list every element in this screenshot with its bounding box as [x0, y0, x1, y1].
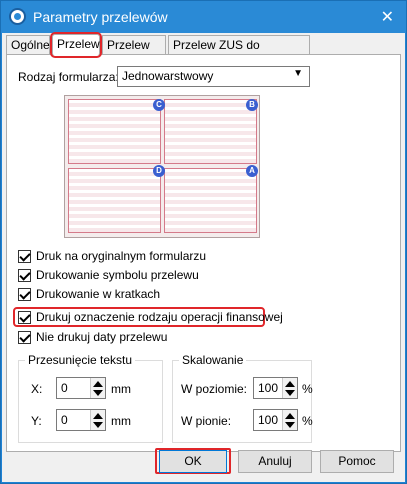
title-bar[interactable]: Parametry przelewów ✕: [1, 1, 406, 33]
scale-h-spin-buttons: [282, 378, 297, 398]
offset-x-value: 0: [61, 381, 68, 395]
checkbox-no-date[interactable]: [18, 331, 31, 344]
preview-quadrant-c: [68, 99, 161, 164]
scale-h-stepper[interactable]: 100: [253, 377, 298, 399]
scale-v-unit: %: [302, 414, 313, 428]
preview-quadrant-d: [68, 168, 161, 233]
checkbox-transfer-symbol-label[interactable]: Drukowanie symbolu przelewu: [36, 268, 199, 282]
ok-button[interactable]: OK: [159, 450, 227, 473]
offset-x-stepper[interactable]: 0: [56, 377, 106, 399]
form-type-select[interactable]: Jednowarstwowy ▼: [117, 66, 310, 87]
scale-v-value: 100: [258, 413, 279, 427]
app-logo-icon: [9, 8, 26, 25]
checkbox-no-date-label[interactable]: Nie drukuj daty przelewu: [36, 330, 167, 344]
offset-y-unit: mm: [111, 414, 131, 428]
spin-down-icon[interactable]: [285, 422, 295, 428]
spin-down-icon[interactable]: [93, 390, 103, 396]
close-icon[interactable]: ✕: [381, 7, 394, 27]
offset-group-title: Przesunięcie tekstu: [25, 353, 136, 367]
scale-group: Skalowanie W poziomie: 100 % W pionie: 1…: [172, 353, 313, 443]
scale-h-unit: %: [302, 382, 313, 396]
scale-v-stepper[interactable]: 100: [253, 409, 298, 431]
checkbox-operation-type-label[interactable]: Drukuj oznaczenie rodzaju operacji finan…: [36, 310, 283, 324]
spin-down-icon[interactable]: [93, 422, 103, 428]
form-preview-image: C B D A: [64, 95, 260, 238]
badge-c: C: [153, 99, 165, 111]
checkbox-transfer-symbol[interactable]: [18, 269, 31, 282]
spin-up-icon[interactable]: [285, 413, 295, 419]
badge-b: B: [246, 99, 258, 111]
spin-down-icon[interactable]: [285, 390, 295, 396]
tab-przelew[interactable]: Przelew: [50, 32, 102, 58]
offset-x-label: X:: [31, 382, 43, 396]
spin-up-icon[interactable]: [93, 381, 103, 387]
checkbox-operation-type[interactable]: [18, 311, 31, 324]
offset-y-stepper[interactable]: 0: [56, 409, 106, 431]
tab-page-przelew: Rodzaj formularza: Jednowarstwowy ▼ C B …: [6, 54, 401, 452]
offset-group: Przesunięcie tekstu X: 0 mm Y: 0 mm: [18, 353, 163, 443]
checkbox-grid-print[interactable]: [18, 288, 31, 301]
cancel-button[interactable]: Anuluj: [238, 450, 312, 473]
checkbox-original-form-label[interactable]: Druk na oryginalnym formularzu: [36, 249, 206, 263]
preview-quadrant-a: [164, 168, 257, 233]
chevron-down-icon: ▼: [293, 68, 303, 79]
badge-d: D: [153, 165, 165, 177]
scale-group-title: Skalowanie: [179, 353, 247, 367]
form-type-label: Rodzaj formularza:: [18, 70, 119, 84]
form-type-value: Jednowarstwowy: [122, 69, 214, 83]
checkbox-original-form[interactable]: [18, 250, 31, 263]
offset-y-label: Y:: [31, 414, 42, 428]
dialog-window: Parametry przelewów ✕ Ogólne Przelew Prz…: [0, 0, 407, 484]
dialog-client: Ogólne Przelew Przelew US Przelew ZUS do…: [2, 32, 405, 482]
checkbox-grid-print-label[interactable]: Drukowanie w kratkach: [36, 287, 160, 301]
offset-x-spin-buttons: [90, 378, 105, 398]
tab-przelew-us[interactable]: Przelew US: [102, 35, 166, 66]
scale-h-value: 100: [258, 381, 279, 395]
tab-ogolne[interactable]: Ogólne: [6, 35, 50, 55]
scale-v-spin-buttons: [282, 410, 297, 430]
spin-up-icon[interactable]: [93, 413, 103, 419]
preview-quadrant-b: [164, 99, 257, 164]
window-title: Parametry przelewów: [33, 9, 168, 25]
badge-a: A: [246, 165, 258, 177]
tab-przelew-zus[interactable]: Przelew ZUS do 31.12.2017: [168, 35, 310, 66]
offset-y-value: 0: [61, 413, 68, 427]
offset-y-spin-buttons: [90, 410, 105, 430]
offset-x-unit: mm: [111, 382, 131, 396]
spin-up-icon[interactable]: [285, 381, 295, 387]
scale-v-label: W pionie:: [181, 414, 232, 428]
scale-h-label: W poziomie:: [181, 382, 248, 396]
help-button[interactable]: Pomoc: [320, 450, 394, 473]
